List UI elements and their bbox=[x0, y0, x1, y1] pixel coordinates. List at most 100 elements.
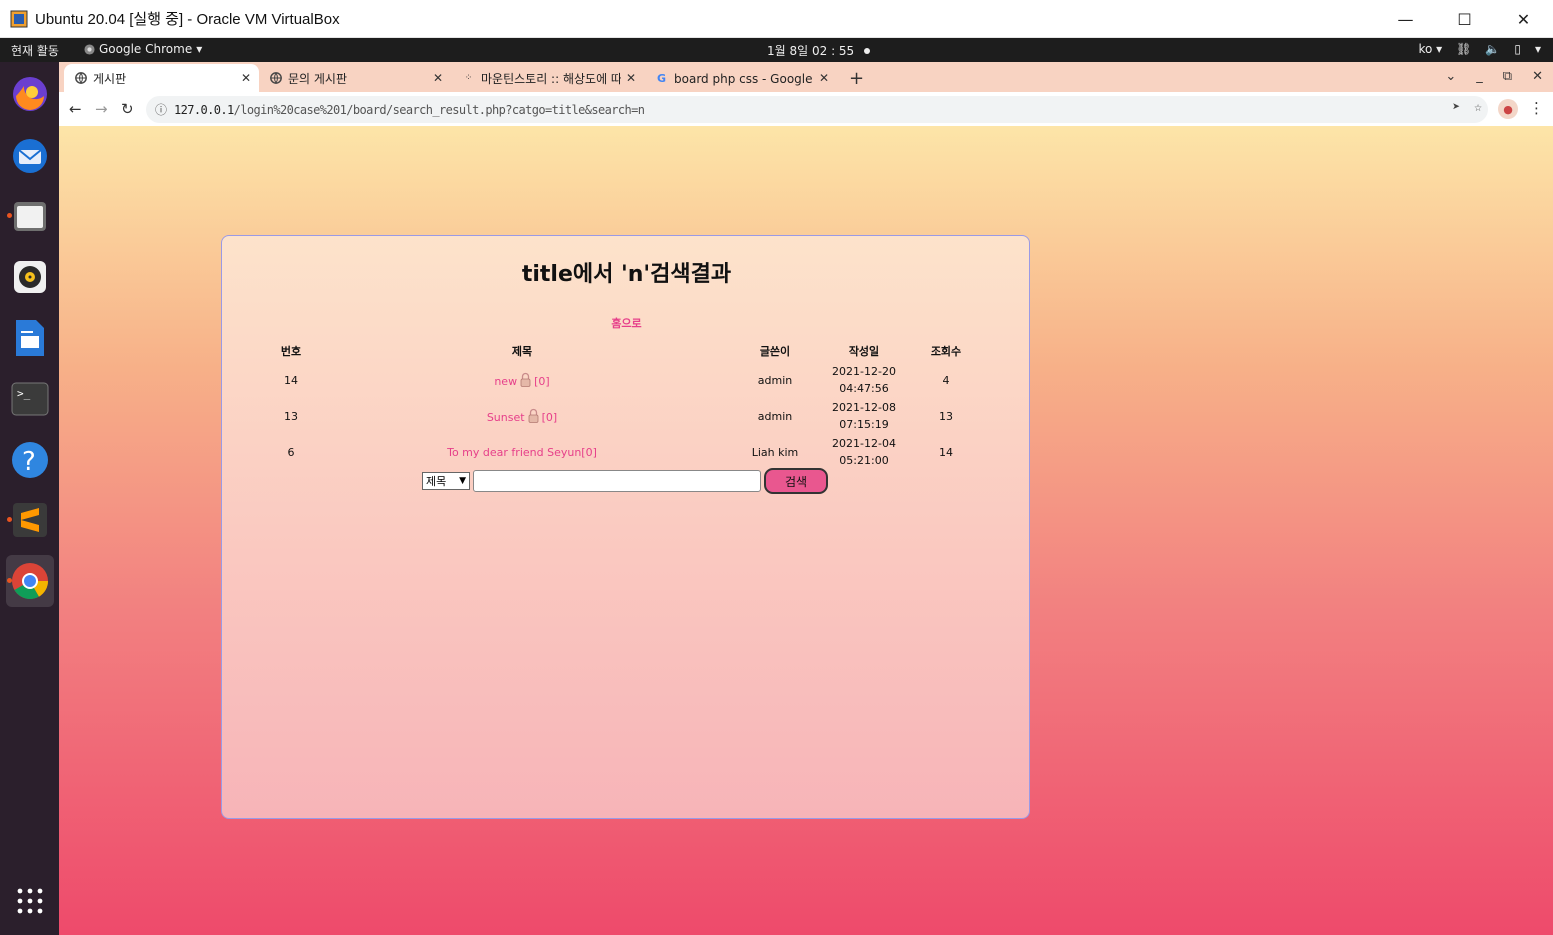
post-no: 13 bbox=[284, 409, 298, 423]
chrome-small-icon bbox=[84, 43, 95, 55]
tab-label: 게시판 bbox=[93, 71, 127, 86]
post-title-link[interactable]: To my dear friend Seyun[0] bbox=[447, 446, 597, 459]
tistory-icon: ⁘ bbox=[464, 73, 473, 83]
running-indicator bbox=[7, 213, 12, 218]
forward-icon[interactable]: → bbox=[95, 100, 108, 118]
tab-board[interactable]: 게시판 ✕ bbox=[64, 64, 259, 92]
files-icon bbox=[14, 202, 46, 231]
post-no: 14 bbox=[284, 373, 298, 387]
chrome-menu-icon[interactable]: ⋮ bbox=[1529, 99, 1544, 117]
home-link[interactable]: 홈으로 bbox=[222, 315, 1031, 331]
lock-icon bbox=[520, 372, 531, 387]
page-title: title에서 'n'검색결과 bbox=[521, 262, 732, 287]
close-tab-icon[interactable]: ✕ bbox=[819, 71, 829, 85]
post-hit: 14 bbox=[939, 445, 953, 459]
dock-thunderbird[interactable] bbox=[6, 130, 54, 182]
battery-icon: ▯ bbox=[1514, 42, 1521, 56]
tab-label: board php css - Google 검 bbox=[674, 71, 812, 86]
new-tab-button[interactable]: + bbox=[849, 68, 864, 89]
page-viewport: title에서 'n'검색결과 홈으로 번호 제목 글쓴이 작성일 조회수 14… bbox=[59, 126, 1553, 935]
search-button[interactable]: 검색 bbox=[764, 468, 828, 494]
back-icon[interactable]: ← bbox=[69, 100, 82, 118]
table-header: 번호 제목 글쓴이 작성일 조회수 bbox=[252, 340, 1002, 362]
running-indicator bbox=[7, 517, 12, 522]
bookmark-star-icon[interactable]: ☆ bbox=[1474, 100, 1482, 115]
search-input[interactable] bbox=[473, 470, 761, 492]
clock-label: 1월 8일 02 : 55 bbox=[767, 44, 855, 58]
writer-icon bbox=[16, 320, 44, 356]
tab-tistory[interactable]: ⁘ 마운틴스토리 :: 해상도에 따 ✕ bbox=[452, 64, 644, 92]
address-bar[interactable]: ⓘ 127.0.0.1/login%20case%201/board/searc… bbox=[146, 96, 1488, 123]
chrome-window: 게시판 ✕ 문의 게시판 ✕ ⁘ 마운틴스토리 :: 해상도에 따 ✕ G bo… bbox=[59, 62, 1553, 126]
sublime-icon bbox=[13, 503, 47, 537]
dock-files[interactable] bbox=[6, 190, 54, 242]
svg-text:?: ? bbox=[22, 447, 36, 477]
reload-icon[interactable]: ↻ bbox=[121, 100, 134, 118]
post-title-cell: Sunset [0] bbox=[362, 398, 682, 434]
post-writer: Liah kim bbox=[751, 445, 799, 459]
post-title-link[interactable]: Sunset [0] bbox=[487, 408, 557, 424]
tab-strip: 게시판 ✕ 문의 게시판 ✕ ⁘ 마운틴스토리 :: 해상도에 따 ✕ G bo… bbox=[59, 62, 1553, 92]
tab-label: 마운틴스토리 :: 해상도에 따 bbox=[481, 71, 621, 86]
globe-icon bbox=[269, 72, 282, 85]
chrome-close-icon[interactable]: ✕ bbox=[1532, 69, 1543, 84]
notification-dot-icon bbox=[864, 47, 871, 54]
chrome-minimize-icon[interactable]: _ bbox=[1476, 69, 1483, 84]
close-tab-icon[interactable]: ✕ bbox=[241, 71, 251, 85]
running-indicator bbox=[7, 578, 12, 583]
dock-firefox[interactable] bbox=[6, 68, 54, 120]
table-row: 13 Sunset [0] admin 2021-12-08 07:15:19 13 bbox=[252, 398, 1002, 434]
site-info-icon[interactable]: ⓘ bbox=[155, 101, 167, 118]
post-title-link[interactable]: new [0] bbox=[494, 372, 550, 388]
system-tray[interactable]: ko ▾ ⛓ 🔈 ▯ ▾ bbox=[1418, 42, 1541, 56]
app-menu[interactable]: Google Chrome ▾ bbox=[84, 42, 202, 56]
column-no: 번호 bbox=[280, 345, 302, 358]
post-writer: admin bbox=[757, 409, 793, 423]
post-title-cell: To my dear friend Seyun[0] bbox=[362, 434, 682, 470]
network-icon: ⛓ bbox=[1456, 42, 1472, 56]
dock-sublime[interactable] bbox=[6, 494, 54, 546]
ubuntu-dock: >_ ? bbox=[0, 62, 59, 935]
minimize-button[interactable]: — bbox=[1376, 0, 1435, 38]
close-window-button[interactable]: ✕ bbox=[1494, 0, 1553, 38]
globe-icon bbox=[74, 72, 87, 85]
board-table: 번호 제목 글쓴이 작성일 조회수 14 new [0] admin 2021-1… bbox=[252, 340, 1002, 470]
clock[interactable]: 1월 8일 02 : 55 bbox=[767, 42, 871, 59]
profile-avatar-icon[interactable]: ● bbox=[1498, 99, 1518, 119]
post-hit: 13 bbox=[939, 409, 953, 423]
ubuntu-top-panel: 현재 활동 Google Chrome ▾ 1월 8일 02 : 55 ko ▾… bbox=[0, 38, 1553, 62]
send-icon[interactable]: ➤ bbox=[1452, 100, 1460, 115]
dock-chrome[interactable] bbox=[6, 555, 54, 607]
maximize-button[interactable]: ☐ bbox=[1435, 0, 1494, 38]
input-method-indicator[interactable]: ko ▾ bbox=[1418, 42, 1442, 56]
dock-help[interactable]: ? bbox=[6, 434, 54, 486]
dock-terminal[interactable]: >_ bbox=[6, 373, 54, 425]
search-category-select[interactable]: 제목 ▼ bbox=[422, 472, 470, 490]
close-tab-icon[interactable]: ✕ bbox=[626, 71, 636, 85]
firefox-icon bbox=[13, 77, 47, 111]
chrome-icon bbox=[12, 563, 49, 600]
table-row: 14 new [0] admin 2021-12-20 04:47:56 4 bbox=[252, 362, 1002, 398]
tab-google-search[interactable]: G board php css - Google 검 ✕ bbox=[645, 64, 837, 92]
table-row: 6 To my dear friend Seyun[0] Liah kim 20… bbox=[252, 434, 1002, 470]
google-icon: G bbox=[656, 71, 667, 85]
dock-writer[interactable] bbox=[6, 312, 54, 364]
dock-rhythmbox[interactable] bbox=[6, 251, 54, 303]
tab-label: 문의 게시판 bbox=[288, 71, 348, 86]
post-date: 2021-12-04 05:21:00 bbox=[832, 437, 896, 467]
tab-inquiry-board[interactable]: 문의 게시판 ✕ bbox=[259, 64, 451, 92]
activities-button[interactable]: 현재 활동 bbox=[11, 42, 59, 59]
post-no: 6 bbox=[287, 445, 295, 459]
tab-search-chevron-icon[interactable]: ⌄ bbox=[1445, 69, 1456, 84]
svg-text:>_: >_ bbox=[17, 387, 31, 400]
app-menu-label: Google Chrome bbox=[99, 42, 193, 56]
board-panel: title에서 'n'검색결과 홈으로 번호 제목 글쓴이 작성일 조회수 14… bbox=[221, 235, 1030, 819]
dock-show-applications[interactable] bbox=[6, 875, 54, 927]
url-text: 127.0.0.1/login%20case%201/board/search_… bbox=[174, 102, 645, 117]
virtualbox-titlebar: Ubuntu 20.04 [실행 중] - Oracle VM VirtualB… bbox=[0, 0, 1553, 38]
close-tab-icon[interactable]: ✕ bbox=[433, 71, 443, 85]
column-hit: 조회수 bbox=[930, 345, 962, 358]
post-hit: 4 bbox=[942, 373, 950, 387]
post-writer: admin bbox=[757, 373, 793, 387]
chrome-restore-icon[interactable]: ⧉ bbox=[1503, 69, 1512, 84]
